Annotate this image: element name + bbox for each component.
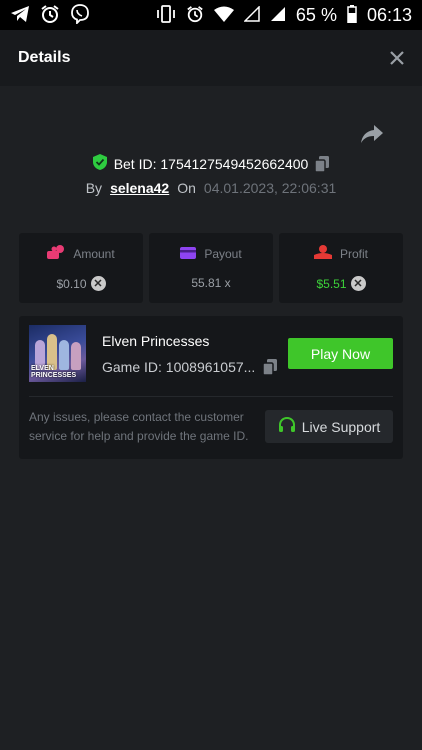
signal-icon [270, 6, 286, 25]
bet-meta-row: By selena42 On 04.01.2023, 22:06:31 [0, 180, 422, 196]
clear-icon[interactable]: ✕ [350, 276, 366, 291]
status-bar: 65 % 06:13 [0, 0, 422, 30]
game-id: Game ID: 1008961057... [102, 359, 256, 375]
live-support-label: Live Support [301, 418, 381, 435]
stat-value-row: 55.81 x [191, 276, 230, 290]
status-right-icons: 65 % 06:13 [156, 4, 412, 26]
page-title: Details [18, 49, 71, 66]
divider [29, 396, 393, 397]
copy-icon[interactable] [315, 155, 330, 172]
stat-value-row: $0.10 ✕ [56, 276, 106, 291]
amount-icon [47, 245, 65, 262]
game-thumbnail[interactable]: ELVEN PRINCESSES [29, 325, 86, 382]
status-left-icons [10, 3, 90, 27]
profit-value: $5.51 [316, 276, 347, 291]
amount-value: $0.10 [56, 276, 87, 291]
stat-header: Amount [47, 245, 115, 262]
stat-header: Profit [313, 245, 368, 262]
bet-id: Bet ID: 1754127549452662400 [113, 155, 309, 172]
close-icon[interactable] [390, 47, 404, 69]
game-card: ELVEN PRINCESSES Elven Princesses Game I… [19, 316, 403, 459]
game-thumbnail-text: ELVEN PRINCESSES [31, 365, 77, 379]
profit-icon [313, 245, 332, 262]
stat-card-profit: Profit $5.51 ✕ [279, 233, 403, 303]
stat-label: Payout [204, 247, 242, 261]
support-text: Any issues, please contact the customer … [29, 410, 249, 443]
alarm-icon [40, 4, 60, 27]
telegram-icon [10, 5, 30, 26]
payout-value: 55.81 x [191, 275, 231, 290]
stat-label: Amount [73, 246, 115, 261]
stat-label: Profit [339, 246, 368, 261]
stat-card-amount: Amount $0.10 ✕ [19, 233, 143, 303]
wifi-icon [213, 6, 234, 25]
username-link[interactable]: selena42 [110, 180, 169, 196]
live-support-button[interactable]: Live Support [265, 410, 393, 443]
signal-icon [243, 4, 260, 25]
headset-icon [278, 416, 296, 437]
viber-icon [70, 3, 90, 27]
play-now-button[interactable]: Play Now [288, 338, 393, 369]
share-icon[interactable] [360, 124, 386, 146]
game-id-row: Game ID: 1008961057... [102, 359, 278, 375]
copy-icon[interactable] [263, 359, 278, 375]
status-time: 06:13 [366, 4, 412, 25]
battery-percent: 65 % [295, 4, 337, 25]
card-icon [180, 246, 197, 262]
stat-header: Payout [180, 246, 242, 262]
on-label: On [177, 180, 196, 196]
clear-icon[interactable]: ✕ [90, 276, 106, 291]
bet-datetime: 04.01.2023, 22:06:31 [203, 180, 337, 196]
game-name: Elven Princesses [102, 333, 210, 349]
shield-check-icon [92, 154, 107, 173]
alarm-icon [186, 5, 204, 26]
details-header: Details [0, 30, 422, 86]
by-label: By [85, 180, 103, 196]
stat-card-payout: Payout 55.81 x [149, 233, 273, 303]
battery-icon [347, 4, 357, 26]
bet-id-row: Bet ID: 1754127549452662400 [0, 154, 422, 173]
vibrate-icon [156, 4, 176, 26]
stat-value-row: $5.51 ✕ [316, 276, 366, 291]
